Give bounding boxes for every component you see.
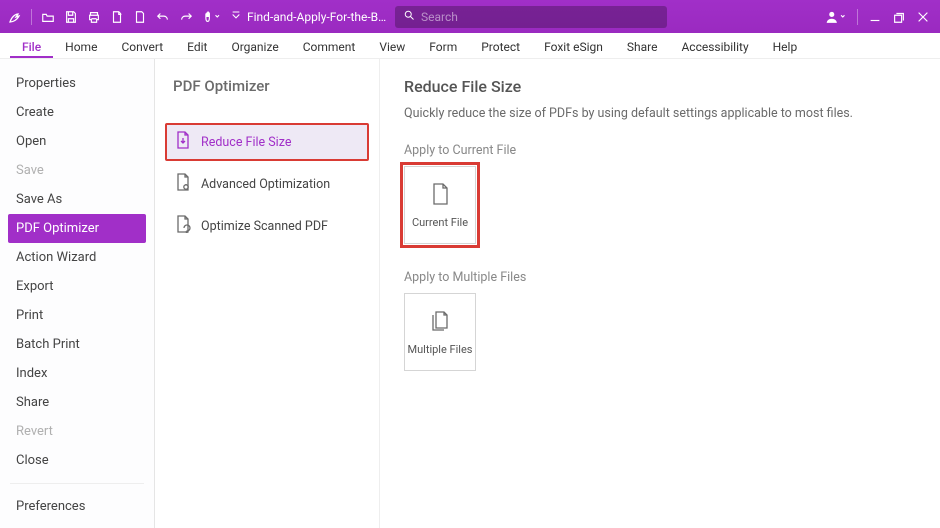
menu-home[interactable]: Home [53, 35, 109, 58]
foxit-logo-icon [6, 9, 22, 25]
tile-label: Current File [412, 216, 468, 229]
menu-edit[interactable]: Edit [175, 35, 219, 58]
sidebar-item-batch-print[interactable]: Batch Print [0, 330, 154, 359]
menu-foxit-esign[interactable]: Foxit eSign [532, 35, 615, 58]
tile-label: Multiple Files [408, 343, 473, 356]
sidebar-item-properties[interactable]: Properties [0, 69, 154, 98]
opt-label: Advanced Optimization [201, 177, 330, 192]
file-sidebar: Properties Create Open Save Save As PDF … [0, 59, 155, 528]
sidebar-item-index[interactable]: Index [0, 359, 154, 388]
document-title: Find-and-Apply-For-the-Best-In… [247, 10, 387, 24]
sidebar-item-save: Save [0, 156, 154, 185]
menu-protect[interactable]: Protect [469, 35, 532, 58]
group-multiple-files-label: Apply to Multiple Files [404, 270, 916, 285]
search-icon [403, 9, 415, 24]
title-bar: Find-and-Apply-For-the-Best-In… Search [0, 0, 940, 33]
sidebar-item-print[interactable]: Print [0, 301, 154, 330]
doc-icon[interactable] [133, 10, 147, 24]
sidebar-item-export[interactable]: Export [0, 272, 154, 301]
sidebar-item-save-as[interactable]: Save As [0, 185, 154, 214]
menu-share[interactable]: Share [615, 35, 670, 58]
optimizer-content: Reduce File Size Quickly reduce the size… [380, 59, 940, 528]
tile-current-file[interactable]: Current File [404, 166, 476, 244]
undo-icon[interactable] [156, 10, 170, 24]
content-description: Quickly reduce the size of PDFs by using… [404, 106, 916, 121]
file-icon [430, 182, 450, 206]
menu-bar: File Home Convert Edit Organize Comment … [0, 33, 940, 59]
sidebar-item-skins[interactable]: Skins [0, 521, 154, 528]
new-page-icon[interactable] [110, 10, 124, 24]
print-icon[interactable] [87, 10, 101, 24]
sidebar-item-open[interactable]: Open [0, 127, 154, 156]
open-icon[interactable] [41, 10, 55, 24]
files-icon [429, 309, 451, 333]
submenu-title: PDF Optimizer [173, 77, 369, 95]
opt-optimize-scanned-pdf[interactable]: Optimize Scanned PDF [165, 207, 369, 245]
save-icon[interactable] [64, 10, 78, 24]
opt-label: Optimize Scanned PDF [201, 219, 328, 234]
optimizer-submenu: PDF Optimizer Reduce File Size Advanced … [155, 59, 380, 528]
search-placeholder: Search [421, 10, 458, 24]
close-button[interactable] [916, 10, 930, 24]
sidebar-item-preferences[interactable]: Preferences [0, 492, 154, 521]
advanced-optimization-icon [175, 173, 191, 195]
sidebar-item-close[interactable]: Close [0, 446, 154, 475]
separator [857, 9, 858, 25]
group-current-file-label: Apply to Current File [404, 143, 916, 158]
menu-help[interactable]: Help [761, 35, 810, 58]
hand-tool-dropdown[interactable] [202, 10, 222, 24]
sidebar-item-share[interactable]: Share [0, 388, 154, 417]
separator [31, 9, 32, 25]
menu-convert[interactable]: Convert [109, 35, 175, 58]
menu-accessibility[interactable]: Accessibility [669, 35, 760, 58]
menu-organize[interactable]: Organize [219, 35, 290, 58]
menu-form[interactable]: Form [417, 35, 469, 58]
separator [10, 483, 144, 484]
redo-icon[interactable] [179, 10, 193, 24]
qat-more-icon[interactable] [231, 10, 241, 24]
sidebar-item-revert: Revert [0, 417, 154, 446]
sidebar-item-create[interactable]: Create [0, 98, 154, 127]
opt-label: Reduce File Size [201, 135, 291, 150]
restore-button[interactable] [892, 10, 906, 24]
backstage-body: Properties Create Open Save Save As PDF … [0, 59, 940, 528]
window-controls [825, 9, 934, 25]
minimize-button[interactable] [868, 10, 882, 24]
menu-file[interactable]: File [10, 35, 53, 58]
content-title: Reduce File Size [404, 77, 916, 96]
sidebar-item-action-wizard[interactable]: Action Wizard [0, 243, 154, 272]
quick-access-toolbar [6, 9, 241, 25]
search-box[interactable]: Search [395, 6, 667, 28]
tile-multiple-files[interactable]: Multiple Files [404, 293, 476, 371]
opt-advanced-optimization[interactable]: Advanced Optimization [165, 165, 369, 203]
user-account-icon[interactable] [825, 9, 847, 25]
sidebar-item-pdf-optimizer[interactable]: PDF Optimizer [8, 214, 146, 243]
menu-comment[interactable]: Comment [291, 35, 368, 58]
reduce-file-size-icon [175, 131, 191, 153]
menu-view[interactable]: View [367, 35, 417, 58]
optimize-scanned-icon [175, 215, 191, 237]
opt-reduce-file-size[interactable]: Reduce File Size [165, 123, 369, 161]
